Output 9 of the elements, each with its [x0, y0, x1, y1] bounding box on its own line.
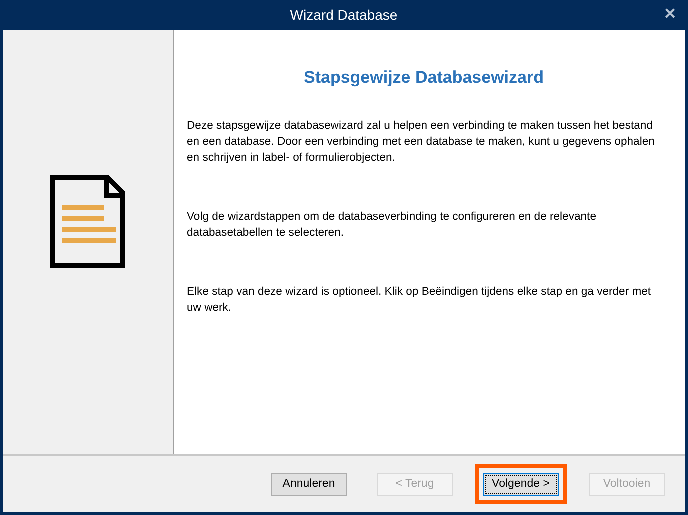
close-button[interactable]: ✕	[664, 5, 677, 23]
wizard-button[interactable]: Volgende >	[483, 472, 559, 496]
window-title: Wizard Database	[290, 7, 398, 23]
wizard-button[interactable]: Annuleren	[271, 472, 347, 496]
document-icon	[50, 175, 126, 269]
paragraph: Volg de wizardstappen om de databaseverbinding te configureren en de relevante databasetabellen te selecteren.	[187, 210, 598, 241]
paragraph: Elke stap van deze wizard is optioneel. Klik op Beëindigen tijdens elke stap en ga verder met uw werk.	[187, 285, 652, 316]
wizard-heading: Stapsgewijze Databasewizard	[303, 68, 545, 88]
paragraph: Deze stapsgewijze databasewizard zal u helpen een verbinding te maken tussen het bestand en een database. Door een verbinding met een database te maken, kunt u gegevens ophalen en schrijven in label- of formulierobjecten.	[187, 119, 656, 166]
